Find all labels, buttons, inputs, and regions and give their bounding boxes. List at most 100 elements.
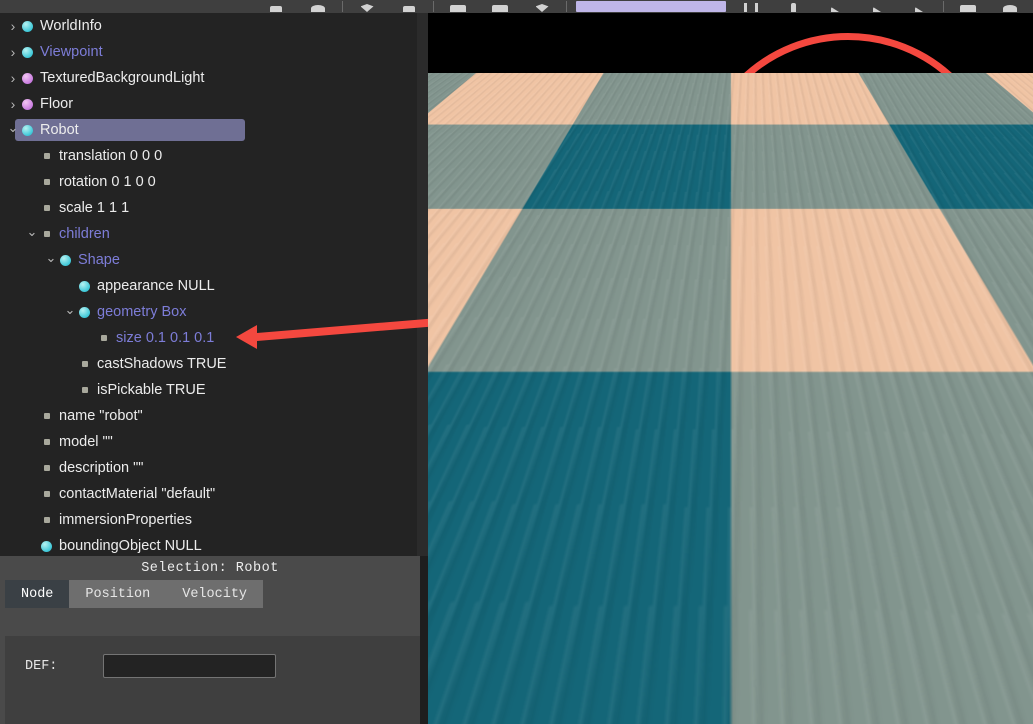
toolbar-separator-4 [943,1,944,12]
screenshot-icon[interactable] [947,0,989,13]
tab-velocity[interactable]: Velocity [166,580,264,608]
node-sphere-icon [22,124,33,136]
chevron-down-icon[interactable] [25,228,39,241]
z-axis-arrow-shaft[interactable] [728,553,744,569]
chevron-right-icon[interactable] [6,45,20,59]
tree-row-label: Viewpoint [40,44,103,60]
node-sphere-icon [79,280,90,292]
tree-row[interactable]: Floor [0,91,418,117]
cut-icon[interactable] [521,0,563,13]
movie-icon[interactable] [989,0,1031,13]
tree-row-label: TexturedBackgroundLight [40,70,205,86]
tree-row-label: Robot [40,122,79,138]
z-axis-rotate-arrow[interactable] [698,566,728,598]
chevron-down-icon[interactable] [63,306,77,319]
tree-row-label: size 0.1 0.1 0.1 [116,330,215,346]
chevron-down-icon[interactable] [6,124,20,137]
node-sphere-icon [60,254,71,266]
tree-row-label: translation 0 0 0 [59,148,163,164]
play-icon[interactable] [814,0,856,13]
tree-row-label: rotation 0 1 0 0 [59,174,156,190]
field-bullet-icon [44,465,50,471]
tab-node[interactable]: Node [5,580,70,608]
webots-scene-tree-window: WorldInfo Viewpoint TexturedBackgroundLigh… [0,0,1033,724]
tree-row[interactable]: model "" [0,429,418,455]
tree-row-label: model "" [59,434,113,450]
field-bullet-icon [101,335,107,341]
tree-row-label: children [59,226,110,242]
toolbar-separator-3 [566,1,567,12]
fast-forward-icon[interactable] [856,0,898,13]
node-sphere-icon [22,20,33,32]
toolbar-file-group [255,0,570,13]
undo-icon[interactable] [388,0,430,13]
toolbar-left-spacer [0,0,255,13]
tree-row[interactable]: isPickable TRUE [0,377,418,403]
def-input[interactable] [103,654,276,678]
node-sphere-icon [41,540,52,552]
tree-row[interactable]: rotation 0 1 0 0 [0,169,418,195]
tree-row[interactable]: Viewpoint [0,39,418,65]
selection-label: Selection: Robot [141,560,279,576]
tree-row[interactable]: translation 0 0 0 [0,143,418,169]
node-tab-content: DEF: [5,636,420,724]
tree-row[interactable]: WorldInfo [0,13,418,39]
tree-row-label: Floor [40,96,74,112]
tree-row[interactable]: castShadows TRUE [0,351,418,377]
simulation-time-field[interactable] [576,1,726,12]
node-sphere-icon [22,46,33,58]
field-bullet-icon [44,179,50,185]
tree-row[interactable]: description "" [0,455,418,481]
step-back-icon[interactable] [730,0,772,13]
tree-row-label: boundingObject NULL [59,538,202,554]
tree-row[interactable]: immersionProperties [0,507,418,533]
tab-position[interactable]: Position [69,580,167,608]
tree-row[interactable]: contactMaterial "default" [0,481,418,507]
tree-row-label: WorldInfo [40,18,102,34]
tree-row[interactable]: size 0.1 0.1 0.1 [0,325,418,351]
toolbar-playback-group [730,0,1031,13]
watermark-url: https://blog.csdn.net/qq_44776401 [799,700,1029,716]
paste-icon[interactable] [479,0,521,13]
tree-row[interactable]: Shape [0,247,418,273]
tree-row-label: scale 1 1 1 [59,200,130,216]
new-icon[interactable] [255,0,297,13]
field-bullet-icon [44,517,50,523]
node-sphere-icon [22,98,33,110]
tree-row[interactable]: appearance NULL [0,273,418,299]
chevron-right-icon[interactable] [6,97,20,111]
copy-icon[interactable] [437,0,479,13]
scene-tree-list: WorldInfo Viewpoint TexturedBackgroundLigh… [0,13,418,556]
field-bullet-icon [82,387,88,393]
chevron-down-icon[interactable] [44,254,58,267]
open-icon[interactable] [297,0,339,13]
z-axis-arrow-head[interactable] [724,499,754,529]
main-toolbar [0,0,1033,13]
pause-icon[interactable] [772,0,814,13]
tree-row-label: Shape [78,252,120,268]
3d-viewport[interactable]: https://blog.csdn.net/qq_44776401 [428,13,1033,724]
field-bullet-icon [44,491,50,497]
scene-tree-scrollbar-gutter [417,13,428,556]
tree-row[interactable]: boundingObject NULL [0,533,418,556]
selection-gizmo[interactable] [428,13,1033,724]
save-icon[interactable] [346,0,388,13]
scene-tree-panel[interactable]: WorldInfo Viewpoint TexturedBackgroundLigh… [0,13,428,556]
tree-row[interactable]: children [0,221,418,247]
chevron-right-icon[interactable] [6,19,20,33]
chevron-right-icon[interactable] [6,71,20,85]
field-editor-panel: Selection: Robot Node Position Velocity DE… [0,556,420,724]
tree-row[interactable]: Robot [0,117,418,143]
tree-row[interactable]: TexturedBackgroundLight [0,65,418,91]
toolbar-separator-2 [433,1,434,12]
z-axis-rotate-ring[interactable] [752,539,808,603]
tree-row[interactable]: name "robot" [0,403,418,429]
x-axis-line [843,525,1033,555]
tree-row[interactable]: scale 1 1 1 [0,195,418,221]
field-editor-tabs: Node Position Velocity [5,580,420,608]
tree-row[interactable]: geometry Box [0,299,418,325]
tree-row-label: contactMaterial "default" [59,486,216,502]
run-icon[interactable] [898,0,940,13]
tree-row-label: geometry Box [97,304,187,320]
tree-row-label: description "" [59,460,144,476]
